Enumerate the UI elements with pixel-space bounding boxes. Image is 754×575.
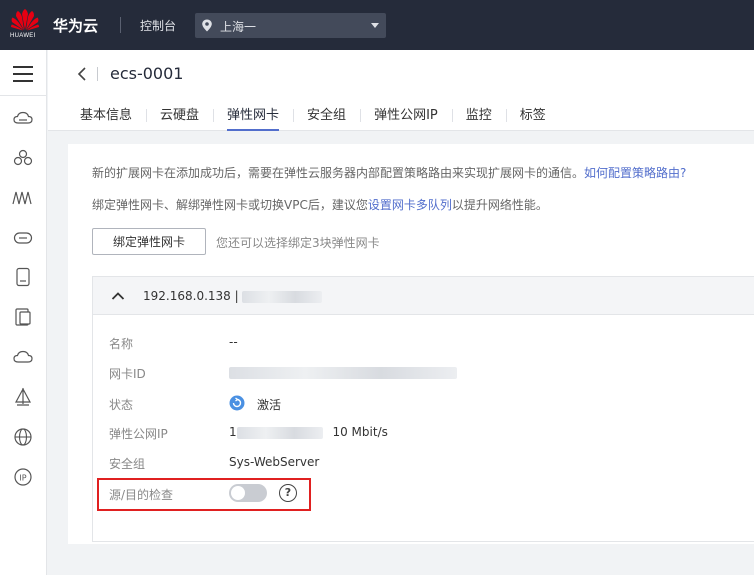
field-label: 网卡ID: [109, 367, 146, 381]
svg-text:IP: IP: [19, 474, 26, 483]
sail-icon[interactable]: [12, 386, 34, 408]
cloud-server-icon[interactable]: [12, 107, 34, 129]
storage-icon[interactable]: [12, 227, 34, 249]
eip-bandwidth: 10 Mbit/s: [332, 425, 388, 439]
divider: [0, 95, 46, 96]
eip-prefix: 1: [229, 425, 237, 439]
status-text: 激活: [257, 398, 282, 412]
network-icon[interactable]: [12, 187, 34, 209]
ip-icon[interactable]: IP: [12, 466, 34, 488]
tab-bar: 基本信息 云硬盘 弹性网卡 安全组 弹性公网IP 监控 标签: [66, 106, 560, 131]
database-icon[interactable]: [12, 266, 34, 288]
console-link[interactable]: 控制台: [140, 17, 176, 34]
nic-panel: 192.168.0.138 | 名称 -- 网卡ID 状态 激活 弹性公网IP …: [92, 276, 754, 542]
field-label: 名称: [109, 337, 134, 351]
field-value: 激活: [229, 395, 282, 414]
tab-eip[interactable]: 弹性公网IP: [360, 106, 452, 131]
top-navigation-bar: HUAWEI 华为云 控制台 上海一: [0, 0, 754, 50]
field-label: 弹性公网IP: [109, 427, 168, 441]
location-pin-icon: [201, 19, 213, 35]
policy-route-help-link[interactable]: 如何配置策略路由?: [584, 166, 686, 180]
question-mark-icon[interactable]: ?: [279, 484, 297, 502]
redacted-value: [229, 366, 457, 379]
divider: [120, 17, 121, 33]
security-group-link[interactable]: Sys-WebServer: [229, 455, 319, 469]
tab-security-groups[interactable]: 安全组: [293, 106, 360, 131]
field-value: --: [229, 335, 238, 349]
tab-monitoring[interactable]: 监控: [451, 106, 506, 131]
tab-network-interfaces[interactable]: 弹性网卡: [213, 106, 293, 131]
divider: [97, 67, 98, 81]
redacted-value: [242, 290, 323, 303]
tab-basic-info[interactable]: 基本信息: [66, 106, 146, 131]
bind-nic-button[interactable]: 绑定弹性网卡: [92, 228, 206, 255]
field-label: 状态: [109, 398, 134, 412]
toggle-knob: [231, 486, 245, 500]
caret-down-icon: [370, 19, 380, 34]
menu-icon[interactable]: [13, 66, 33, 82]
tip-text: 绑定弹性网卡、解绑弹性网卡或切换VPC后，建议您: [92, 198, 368, 212]
tab-disks[interactable]: 云硬盘: [146, 106, 213, 131]
globe-icon[interactable]: [12, 426, 34, 448]
cluster-icon[interactable]: [12, 147, 34, 169]
field-value: 1 10 Mbit/s: [229, 425, 388, 439]
multiqueue-link[interactable]: 设置网卡多队列: [368, 198, 452, 212]
bind-hint: 您还可以选择绑定3块弹性网卡: [216, 236, 380, 250]
source-dest-check-toggle[interactable]: [229, 484, 267, 502]
field-value: [229, 365, 457, 379]
nic-ip-address: 192.168.0.138 |: [143, 289, 323, 303]
page-title: ecs-0001: [110, 64, 184, 83]
tip-text: 新的扩展网卡在添加成功后，需要在弹性云服务器内部配置策略路由来实现扩展网卡的通信…: [92, 166, 585, 180]
redacted-value: [236, 426, 323, 439]
region-label: 上海一: [220, 20, 257, 34]
service-sidebar: IP: [0, 50, 47, 575]
nic-ip-text: 192.168.0.138 |: [143, 289, 239, 303]
region-selector[interactable]: 上海一: [195, 13, 386, 38]
chevron-up-icon[interactable]: [111, 290, 125, 304]
cloud-icon[interactable]: [12, 346, 34, 368]
container-icon[interactable]: [12, 306, 34, 328]
page-header: ecs-0001 基本信息 云硬盘 弹性网卡 安全组 弹性公网IP 监控 标签: [48, 50, 754, 131]
nic-card: 新的扩展网卡在添加成功后，需要在弹性云服务器内部配置策略路由来实现扩展网卡的通信…: [68, 144, 754, 544]
main-content: ecs-0001 基本信息 云硬盘 弹性网卡 安全组 弹性公网IP 监控 标签 …: [48, 50, 754, 575]
field-label: 安全组: [109, 457, 146, 471]
logo-text: HUAWEI: [10, 33, 36, 39]
policy-route-tip: 新的扩展网卡在添加成功后，需要在弹性云服务器内部配置策略路由来实现扩展网卡的通信…: [92, 164, 686, 181]
status-active-icon: [229, 395, 245, 414]
tab-tags[interactable]: 标签: [505, 106, 560, 131]
nic-panel-header[interactable]: 192.168.0.138 |: [93, 277, 754, 315]
brand-name[interactable]: 华为云: [53, 15, 98, 36]
back-arrow-icon[interactable]: [76, 66, 90, 82]
field-label: 源/目的检查: [109, 488, 174, 502]
multiqueue-tip: 绑定弹性网卡、解绑弹性网卡或切换VPC后，建议您设置网卡多队列以提升网络性能。: [92, 196, 548, 213]
tip-text: 以提升网络性能。: [451, 198, 548, 212]
